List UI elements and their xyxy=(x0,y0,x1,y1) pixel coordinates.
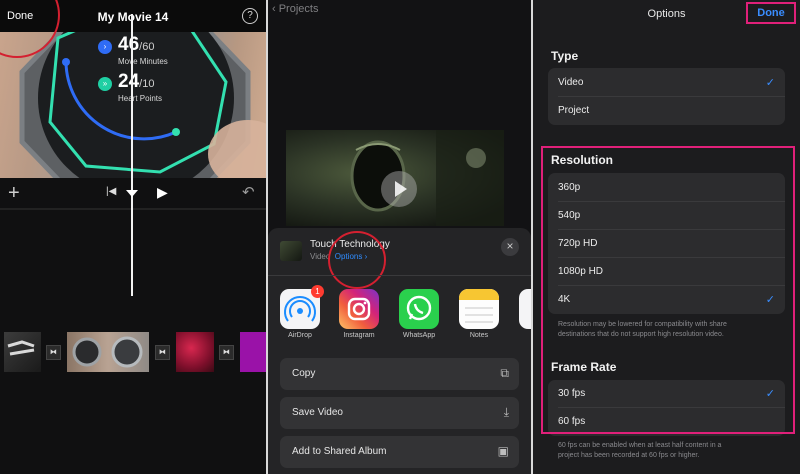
timeline-clip[interactable] xyxy=(240,332,266,372)
imovie-editor-panel: Done My Movie 14 ? › 46/60 Move Minutes … xyxy=(0,0,266,474)
heart-points-icon: » xyxy=(98,77,112,91)
heart-points-stat: 24/10 Heart Points xyxy=(118,71,162,103)
play-icon[interactable]: ▶ xyxy=(157,184,168,201)
share-sheet: Touch Technology Video Options › × 1 Air… xyxy=(268,228,531,474)
sheet-divider xyxy=(268,275,531,276)
help-icon[interactable]: ? xyxy=(242,8,258,24)
notes-app[interactable] xyxy=(459,289,499,329)
airdrop-app[interactable]: 1 xyxy=(280,285,324,329)
copy-action[interactable]: Copy ⧉ xyxy=(280,358,519,390)
options-header: Options Done xyxy=(533,0,800,30)
checkmark-icon: ✓ xyxy=(765,77,775,89)
clip-thumbnail xyxy=(72,336,143,368)
timeline-ruler xyxy=(0,208,266,210)
save-video-label: Save Video xyxy=(292,407,343,418)
move-minutes-total: /60 xyxy=(139,41,155,53)
type-option-project[interactable]: Project xyxy=(558,105,589,116)
airdrop-label: AirDrop xyxy=(288,332,312,339)
projects-back-button[interactable]: ‹ Projects xyxy=(272,3,318,15)
heart-points-value: 24 xyxy=(118,71,140,92)
annotation-circle-options xyxy=(328,231,386,289)
frame-rate-note-line2: project has been recorded at 60 fps or h… xyxy=(558,452,700,459)
save-video-action[interactable]: Save Video ⤓ xyxy=(280,397,519,429)
shared-album-icon: ▣ xyxy=(497,444,509,458)
heart-points-label: Heart Points xyxy=(118,94,163,103)
add-shared-album-label: Add to Shared Album xyxy=(292,446,387,457)
clip-thumbnail xyxy=(7,340,35,356)
move-minutes-icon: › xyxy=(98,40,112,54)
project-thumbnail xyxy=(280,241,302,261)
copy-label: Copy xyxy=(292,368,316,379)
instagram-icon xyxy=(347,297,371,321)
copy-icon: ⧉ xyxy=(500,366,509,380)
options-panel: Options Done Type Video ✓ Project Resolu… xyxy=(533,0,800,474)
heart-points-total: /10 xyxy=(139,78,155,90)
notes-label: Notes xyxy=(469,332,489,339)
move-minutes-stat: 46/60 Move Minutes xyxy=(118,34,168,66)
type-option-video[interactable]: Video xyxy=(558,77,583,88)
notification-badge: 1 xyxy=(311,285,324,298)
move-minutes-label: Move Minutes xyxy=(118,57,168,66)
video-preview[interactable]: › 46/60 Move Minutes » 24/10 Heart Point… xyxy=(0,32,266,178)
transition-icon[interactable]: ⧓ xyxy=(155,345,170,360)
type-heading: Type xyxy=(551,49,579,63)
download-icon: ⤓ xyxy=(503,405,509,419)
whatsapp-label: WhatsApp xyxy=(402,332,436,339)
frame-rate-note-line1: 60 fps can be enabled when at least half… xyxy=(558,442,722,449)
highlight-box-resolution-framerate xyxy=(541,146,795,434)
move-minutes-value: 46 xyxy=(118,34,140,55)
options-done-button[interactable]: Done xyxy=(746,2,796,24)
timeline-clip[interactable] xyxy=(67,332,149,372)
row-separator xyxy=(558,96,785,97)
transition-icon[interactable]: ⧓ xyxy=(46,345,61,360)
instagram-app[interactable] xyxy=(339,289,379,329)
timeline-clip[interactable] xyxy=(176,332,214,372)
whatsapp-icon xyxy=(406,295,432,321)
add-shared-album-action[interactable]: Add to Shared Album ▣ xyxy=(280,436,519,468)
instagram-label: Instagram xyxy=(343,332,375,339)
undo-icon[interactable]: ↶ xyxy=(242,183,255,201)
playhead-marker-icon xyxy=(126,190,138,197)
close-icon[interactable]: × xyxy=(501,238,519,256)
type-group: Video ✓ Project xyxy=(548,68,785,125)
notes-icon xyxy=(459,289,499,323)
more-app-partial[interactable] xyxy=(519,289,531,329)
play-icon[interactable] xyxy=(381,171,417,207)
transition-icon[interactable]: ⧓ xyxy=(219,345,234,360)
whatsapp-app[interactable] xyxy=(399,289,439,329)
playhead[interactable] xyxy=(131,14,133,296)
timeline-area[interactable]: + |◀ ▶ ↶ xyxy=(0,178,266,474)
skip-to-start-icon[interactable]: |◀ xyxy=(106,186,116,197)
timeline-clip[interactable] xyxy=(4,332,41,372)
share-panel: ‹ Projects Touch Technology Video Option… xyxy=(268,0,531,474)
add-media-icon[interactable]: + xyxy=(8,182,20,205)
